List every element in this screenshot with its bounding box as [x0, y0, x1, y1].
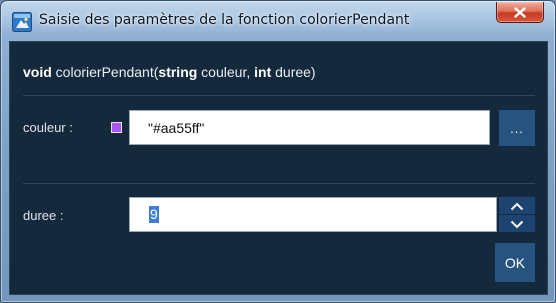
dialog-window: Saisie des paramètres de la fonction col… [0, 0, 556, 303]
chevron-up-icon [510, 196, 524, 215]
app-window-icon [12, 12, 32, 32]
separator-top [23, 95, 535, 96]
duree-input[interactable]: 9 [129, 197, 497, 232]
browse-color-button[interactable]: ... [499, 110, 535, 146]
param1-type: string [158, 64, 198, 80]
param2-type: int [254, 64, 272, 80]
couleur-label: couleur : [23, 120, 73, 135]
spin-up-button[interactable] [499, 197, 535, 214]
close-button[interactable] [496, 2, 544, 23]
duree-value: 9 [149, 206, 159, 223]
window-title: Saisie des paramètres de la fonction col… [39, 12, 410, 28]
chevron-down-icon [510, 214, 524, 233]
function-name: colorierPendant( [55, 64, 159, 80]
color-swatch [111, 122, 122, 133]
ok-button[interactable]: OK [495, 243, 535, 282]
couleur-input[interactable] [129, 110, 490, 145]
title-bar[interactable]: Saisie des paramètres de la fonction col… [1, 1, 555, 41]
duree-label: duree : [23, 208, 64, 223]
function-signature: void colorierPendant(string couleur, int… [23, 64, 316, 80]
close-icon [514, 6, 526, 18]
param1-name: couleur, [197, 64, 255, 80]
param2-name: duree) [271, 64, 316, 80]
separator-middle [23, 183, 535, 184]
return-type: void [23, 64, 52, 80]
spin-down-button[interactable] [499, 215, 535, 232]
